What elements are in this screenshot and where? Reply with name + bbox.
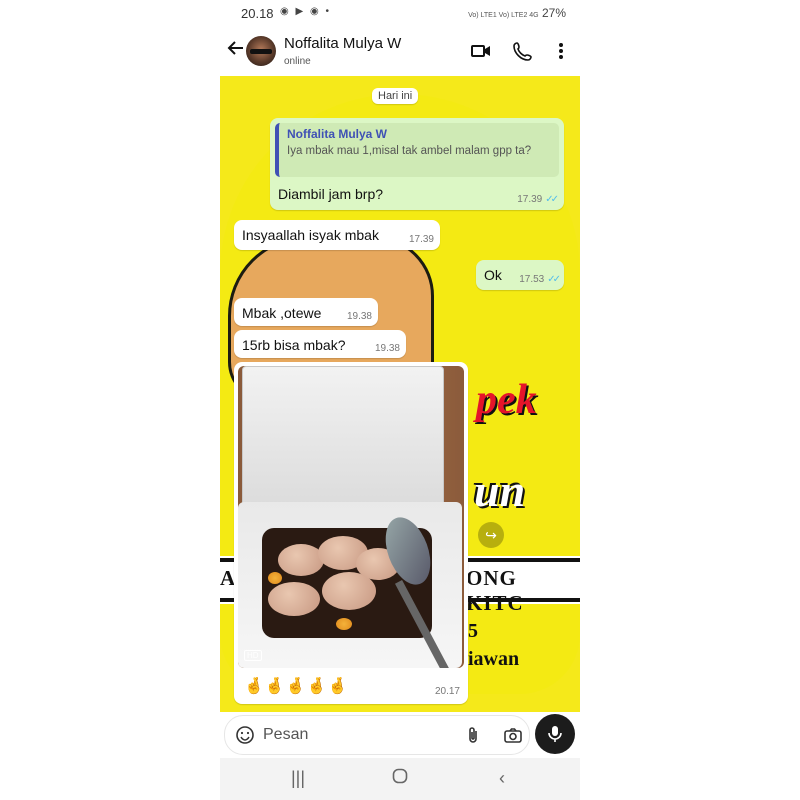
- home-nav-icon[interactable]: [388, 768, 412, 790]
- phone-icon[interactable]: [512, 40, 534, 62]
- banner-right-text: ONG KITC: [466, 566, 524, 615]
- back-arrow-icon[interactable]: [226, 38, 246, 62]
- message-time: 19.38: [346, 311, 372, 322]
- hd-badge: HD: [244, 650, 262, 661]
- message-bubble-incoming[interactable]: Insyaallah isyak mbak 17.39: [234, 220, 440, 250]
- image-caption: 🤞🤞🤞🤞🤞: [244, 678, 349, 695]
- message-text: 15rb bisa mbak?: [242, 337, 346, 353]
- contact-status: online: [284, 56, 311, 67]
- message-time: 17.53 ✓✓: [519, 274, 561, 285]
- wallpaper-text-pek: pek: [476, 377, 537, 423]
- quote-sender: Noffalita Mulya W: [287, 127, 388, 141]
- photo-dumpling: [268, 582, 320, 616]
- message-text: Insyaallah isyak mbak: [242, 227, 379, 243]
- photo-dumpling: [278, 544, 324, 576]
- date-chip: Hari ini: [372, 88, 419, 104]
- signal-indicator: Vo) LTE1 Vo) LTE2 4G: [468, 12, 539, 19]
- image-message-bubble[interactable]: HD 🤞🤞🤞🤞🤞 20.17: [234, 362, 468, 704]
- wallpaper-text-five: 5: [468, 620, 478, 642]
- phone-screen: 20.18 ◉ ▶ ◉ • Vo) LTE1 Vo) LTE2 4G 27% N…: [220, 0, 580, 800]
- wallpaper-text-un: un: [474, 465, 526, 516]
- input-bar: Pesan: [220, 712, 580, 758]
- message-bubble-incoming[interactable]: Mbak ,otewe 19.38: [234, 298, 378, 326]
- mic-button[interactable]: [535, 714, 575, 754]
- message-bubble-outgoing[interactable]: Ok 17.53 ✓✓: [476, 260, 564, 290]
- time-label: 17.53: [519, 274, 545, 285]
- message-time: 17.39: [408, 234, 434, 245]
- wallpaper-text-iawan: iawan: [468, 648, 520, 670]
- recents-nav-icon[interactable]: |||: [286, 768, 310, 790]
- camera-icon[interactable]: [503, 725, 523, 745]
- message-input[interactable]: Pesan: [224, 715, 530, 755]
- chat-area[interactable]: pek un A ONG KITC 5 iawan Hari ini Noffa…: [220, 76, 580, 712]
- status-right: Vo) LTE1 Vo) LTE2 4G 27%: [468, 6, 566, 20]
- message-time: 19.38: [374, 343, 400, 354]
- quoted-message[interactable]: Noffalita Mulya W Iya mbak mau 1,misal t…: [275, 123, 559, 177]
- message-bubble-incoming[interactable]: 15rb bisa mbak? 19.38: [234, 330, 406, 358]
- chat-header: Noffalita Mulya W online: [220, 26, 580, 77]
- mic-icon: [548, 726, 562, 742]
- more-vert-icon[interactable]: [550, 40, 572, 62]
- message-text: Mbak ,otewe: [242, 305, 322, 321]
- battery-level: 27%: [541, 6, 566, 20]
- message-input-placeholder[interactable]: Pesan: [263, 726, 308, 744]
- message-time: 17.39 ✓✓: [517, 194, 559, 205]
- read-tick-icon: ✓✓: [545, 194, 559, 205]
- notification-icons: ◉ ▶ ◉ •: [280, 6, 331, 17]
- photo-box-lid: [242, 366, 444, 506]
- status-bar: 20.18 ◉ ▶ ◉ • Vo) LTE1 Vo) LTE2 4G 27%: [220, 0, 580, 26]
- message-bubble-outgoing[interactable]: Noffalita Mulya W Iya mbak mau 1,misal t…: [270, 118, 564, 210]
- contact-name[interactable]: Noffalita Mulya W: [284, 35, 401, 52]
- photo-egg: [268, 572, 282, 584]
- back-nav-icon[interactable]: ‹: [490, 768, 514, 790]
- system-nav-bar: ||| ‹: [220, 758, 580, 800]
- attach-icon[interactable]: [463, 725, 483, 745]
- message-text: Ok: [484, 267, 502, 283]
- avatar[interactable]: [246, 36, 276, 66]
- quote-text: Iya mbak mau 1,misal tak ambel malam gpp…: [287, 145, 532, 157]
- video-call-icon[interactable]: [470, 40, 492, 62]
- status-time: 20.18: [241, 6, 274, 21]
- photo-egg: [336, 618, 352, 630]
- time-label: 17.39: [517, 194, 543, 205]
- food-photo[interactable]: HD: [238, 366, 464, 668]
- read-tick-icon: ✓✓: [547, 274, 561, 285]
- message-text: Diambil jam brp?: [278, 186, 384, 202]
- emoji-sticker-icon[interactable]: [235, 725, 255, 745]
- forward-icon[interactable]: ↪: [478, 522, 504, 548]
- message-time: 20.17: [434, 686, 460, 697]
